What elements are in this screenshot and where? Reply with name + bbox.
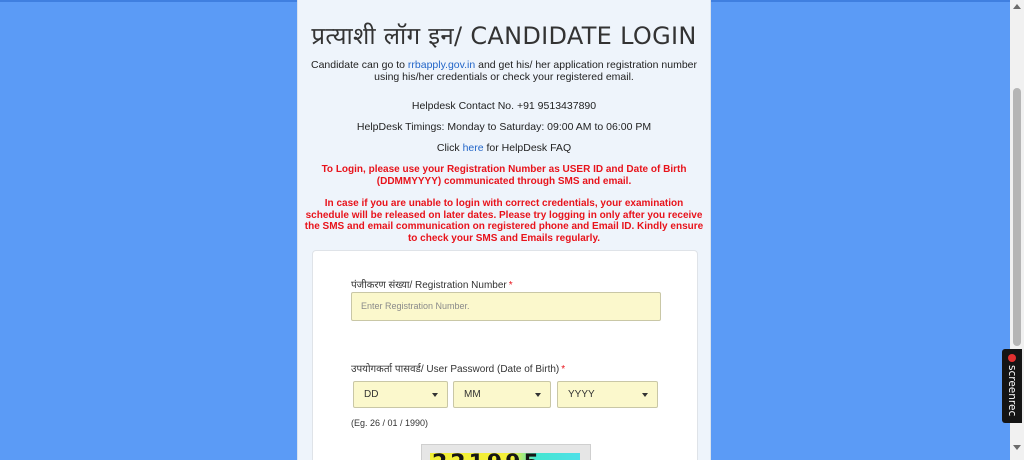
login-instructions-notice: To Login, please use your Registration N… — [321, 164, 687, 187]
registration-number-label-text: पंजीकरण संख्या/ Registration Number — [351, 280, 507, 291]
dob-day-select[interactable]: DD — [353, 381, 448, 408]
intro-text-start: Candidate can go to — [310, 59, 408, 71]
login-panel: प्रत्याशी लॉग इन/ CANDIDATE LOGIN Candid… — [297, 0, 711, 460]
helpdesk-timings: HelpDesk Timings: Monday to Saturday: 09… — [356, 121, 652, 133]
registration-number-input[interactable]: Enter Registration Number. — [351, 292, 661, 321]
screenrec-widget[interactable]: screenrec — [1002, 349, 1022, 423]
page-title: प्रत्याशी लॉग इन/ CANDIDATE LOGIN — [311, 22, 697, 50]
dob-month-value: MM — [464, 389, 481, 400]
login-form-card: पंजीकरण संख्या/ Registration Number * Ent… — [312, 250, 698, 460]
helpdesk-contact: Helpdesk Contact No. +91 9513437890 — [411, 100, 597, 112]
helpdesk-faq: Click here for HelpDesk FAQ — [298, 142, 710, 154]
record-dot-icon — [1008, 354, 1016, 362]
required-asterisk: * — [561, 364, 566, 375]
rrbapply-link[interactable]: rrbapply.gov.in — [408, 59, 475, 71]
faq-here-link[interactable]: here — [463, 142, 484, 154]
faq-text-end: for HelpDesk FAQ — [483, 142, 572, 154]
schedule-notice: In case if you are unable to login with … — [304, 198, 704, 244]
dob-month-select[interactable]: MM — [453, 381, 551, 408]
registration-number-label: पंजीकरण संख्या/ Registration Number * — [351, 277, 513, 291]
dob-example-hint: (Eg. 26 / 01 / 1990) — [351, 418, 429, 428]
dob-year-select[interactable]: YYYY — [557, 381, 658, 408]
faq-text-start: Click — [436, 142, 463, 154]
user-password-label-text: उपयोगकर्ता पासवर्ड/ User Password (Date … — [351, 364, 560, 375]
required-asterisk: * — [508, 280, 513, 291]
captcha-image: 221995 — [421, 444, 591, 460]
chevron-down-icon — [642, 393, 648, 397]
scroll-down-arrow-icon[interactable] — [1013, 445, 1021, 450]
scroll-up-arrow-icon[interactable] — [1013, 4, 1021, 9]
chevron-down-icon — [432, 393, 438, 397]
scrollbar-thumb[interactable] — [1013, 88, 1021, 346]
user-password-label: उपयोगकर्ता पासवर्ड/ User Password (Date … — [351, 361, 565, 375]
screenrec-label: screenrec — [1006, 365, 1018, 417]
intro-text: Candidate can go to rrbapply.gov.in and … — [298, 59, 710, 83]
chevron-down-icon — [535, 393, 541, 397]
dob-day-value: DD — [364, 389, 379, 400]
dob-year-value: YYYY — [568, 389, 595, 400]
captcha-code: 221995 — [432, 451, 542, 460]
registration-number-placeholder: Enter Registration Number. — [361, 301, 470, 311]
